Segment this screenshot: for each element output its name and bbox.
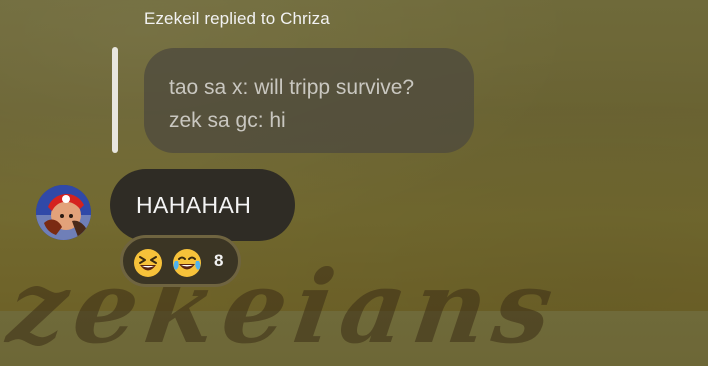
quoted-line: zek sa gc: hi xyxy=(169,109,286,132)
quoted-message-bubble[interactable]: tao sa x: will tripp survive? zek sa gc:… xyxy=(144,48,474,153)
message-bubble[interactable]: HAHAHAH xyxy=(110,169,295,241)
message-text: HAHAHAH xyxy=(136,192,252,218)
quoted-line: tao sa x: will tripp survive? xyxy=(169,76,415,99)
wallpaper-text: zekeians xyxy=(1,248,568,366)
reaction-count: 8 xyxy=(214,251,224,270)
user-avatar[interactable] xyxy=(36,185,91,240)
face-with-tears-of-joy-icon xyxy=(173,249,201,277)
reactions-pill[interactable]: 8 xyxy=(120,235,241,287)
reply-indicator-bar xyxy=(112,47,118,153)
reply-header: Ezekeil replied to Chriza xyxy=(144,9,330,28)
grinning-squinting-face-icon xyxy=(134,249,162,277)
avatar-icon xyxy=(36,185,91,240)
